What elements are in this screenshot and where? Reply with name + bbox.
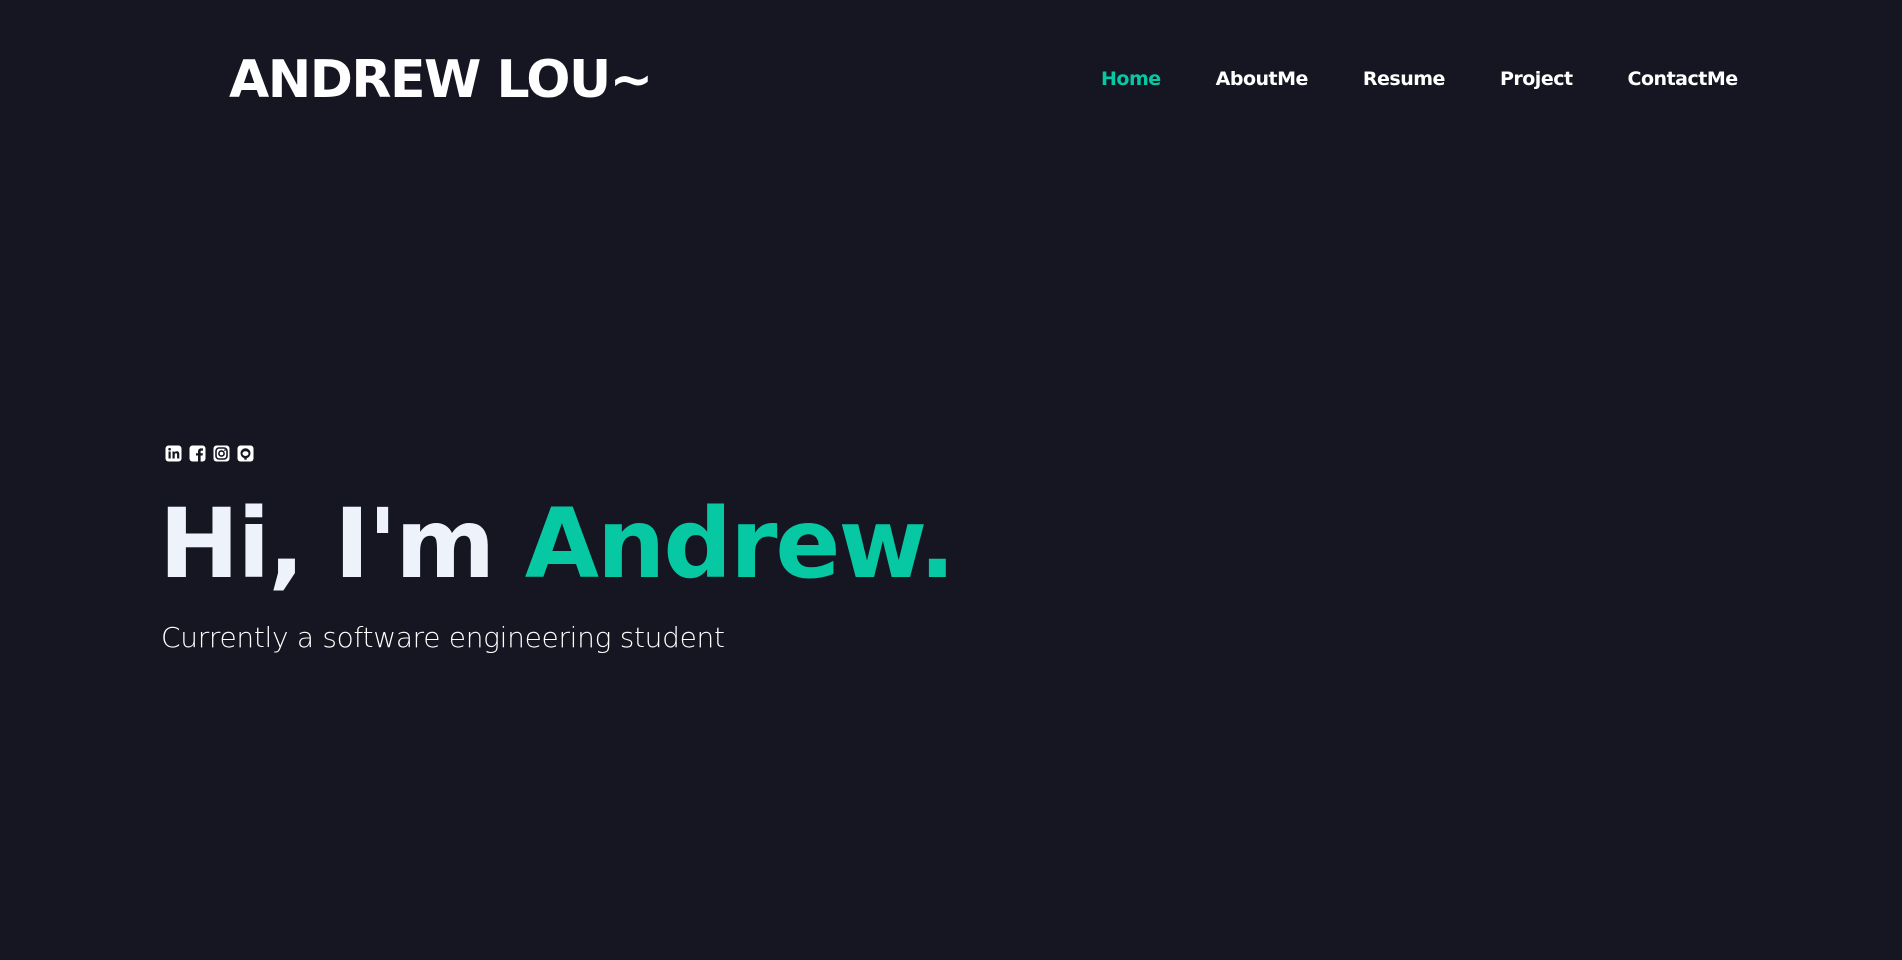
facebook-icon[interactable] bbox=[188, 444, 206, 462]
hero-subtitle: Currently a software engineering student bbox=[161, 621, 725, 654]
nav-link-aboutme[interactable]: AboutMe bbox=[1216, 62, 1309, 96]
site-logo[interactable]: ANDREW LOU~ bbox=[229, 46, 653, 114]
nav-link-contactme[interactable]: ContactMe bbox=[1628, 62, 1739, 96]
hero-name: Andrew. bbox=[524, 488, 956, 600]
nav-link-home[interactable]: Home bbox=[1101, 62, 1161, 96]
linkedin-icon[interactable] bbox=[164, 444, 182, 462]
hero-heading: Hi, I'm Andrew. bbox=[159, 484, 956, 604]
nav-link-project[interactable]: Project bbox=[1500, 62, 1573, 96]
github-icon[interactable] bbox=[236, 444, 254, 462]
main-nav: Home AboutMe Resume Project ContactMe bbox=[1101, 62, 1738, 96]
nav-link-resume[interactable]: Resume bbox=[1363, 62, 1446, 96]
hero-greeting: Hi, I'm bbox=[159, 488, 495, 600]
instagram-icon[interactable] bbox=[212, 444, 230, 462]
social-links bbox=[164, 444, 254, 462]
page: ANDREW LOU~ Home AboutMe Resume Project … bbox=[0, 0, 1902, 960]
